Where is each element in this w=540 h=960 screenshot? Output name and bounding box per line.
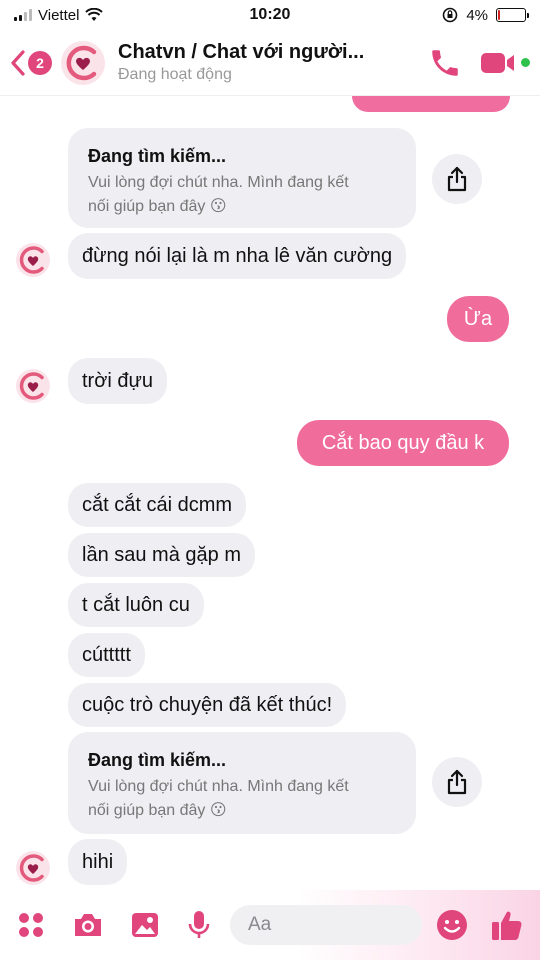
status-right: 4% xyxy=(442,6,529,24)
camera-icon[interactable] xyxy=(72,911,104,939)
share-icon xyxy=(447,166,467,192)
apps-grid-icon[interactable] xyxy=(16,910,46,940)
outgoing-message[interactable]: Cắt bao quy đầu k xyxy=(297,420,509,466)
card-title: Đang tìm kiếm... xyxy=(88,146,227,166)
microphone-icon[interactable] xyxy=(186,909,212,941)
incoming-message[interactable]: lần sau mà gặp m xyxy=(68,533,255,577)
share-button[interactable] xyxy=(432,154,482,204)
orientation-lock-icon xyxy=(443,7,458,23)
battery-fill xyxy=(498,10,500,20)
searching-card: Đang tìm kiếm... Vui lòng đợi chút nha. … xyxy=(68,128,416,228)
share-button[interactable] xyxy=(432,757,482,807)
sender-avatar[interactable] xyxy=(15,850,51,886)
incoming-message[interactable]: t cắt luôn cu xyxy=(68,583,204,627)
thumbs-up-icon[interactable] xyxy=(490,908,524,942)
status-left: Viettel xyxy=(14,6,104,24)
previous-message-bubble xyxy=(352,96,510,112)
signal-icon xyxy=(14,9,32,21)
incoming-message[interactable]: trời đựu xyxy=(68,358,167,404)
incoming-message[interactable]: hihi xyxy=(68,839,128,885)
emoji-icon[interactable] xyxy=(436,909,468,941)
chat-area[interactable]: Đang tìm kiếm... Vui lòng đợi chút nha. … xyxy=(0,96,540,890)
searching-card: Đang tìm kiếm... Vui lòng đợi chút nha. … xyxy=(68,732,416,834)
outgoing-message[interactable]: Ừa xyxy=(447,296,509,342)
title-block[interactable]: Chatvn / Chat với người... Đang hoạt độn… xyxy=(118,41,420,84)
composer-right xyxy=(436,908,524,942)
card-body-line: nối giúp bạn đây 😗 xyxy=(88,802,227,819)
wifi-icon xyxy=(85,8,104,21)
battery-icon xyxy=(496,8,529,22)
phone-icon[interactable] xyxy=(428,46,462,80)
unread-badge: 2 xyxy=(28,50,52,75)
card-body-line: nối giúp bạn đây 😗 xyxy=(88,198,227,215)
sender-avatar[interactable] xyxy=(15,368,51,404)
header-actions xyxy=(428,46,530,80)
card-title: Đang tìm kiếm... xyxy=(88,750,227,770)
card-body: Vui lòng đợi chút nha. Mình đang kết nối… xyxy=(88,171,396,219)
chat-title: Chatvn / Chat với người... xyxy=(118,41,365,63)
battery-percent: 4% xyxy=(466,6,488,24)
composer-bar: Aa xyxy=(0,890,540,960)
composer-icons xyxy=(16,909,212,941)
card-body-line: Vui lòng đợi chút nha. Mình đang kết xyxy=(88,174,349,191)
incoming-message[interactable]: cắt cắt cái dcmm xyxy=(68,483,247,527)
share-icon xyxy=(447,769,467,795)
back-button[interactable]: 2 xyxy=(10,49,52,77)
incoming-message[interactable]: cuộc trò chuyện đã kết thúc! xyxy=(68,683,347,727)
message-input[interactable]: Aa xyxy=(230,905,422,945)
chat-header: 2 Chatvn / Chat với người... Đang hoạt đ… xyxy=(0,30,540,96)
video-call-button[interactable] xyxy=(480,49,530,77)
online-dot xyxy=(521,58,530,67)
carrier-name: Viettel xyxy=(38,6,80,24)
card-body-line: Vui lòng đợi chút nha. Mình đang kết xyxy=(88,778,349,795)
active-status: Đang hoạt động xyxy=(118,66,232,83)
video-call-icon xyxy=(481,52,514,73)
sender-avatar[interactable] xyxy=(15,242,51,278)
card-body: Vui lòng đợi chút nha. Mình đang kết nối… xyxy=(88,775,396,823)
back-chevron-icon xyxy=(11,49,25,76)
incoming-message[interactable]: đừng nói lại là m nha lê văn cường xyxy=(68,233,407,279)
incoming-message[interactable]: cúttttt xyxy=(68,633,145,677)
header-avatar[interactable] xyxy=(60,40,106,86)
status-bar: Viettel 10:20 4% xyxy=(0,0,540,30)
image-icon[interactable] xyxy=(130,911,160,939)
